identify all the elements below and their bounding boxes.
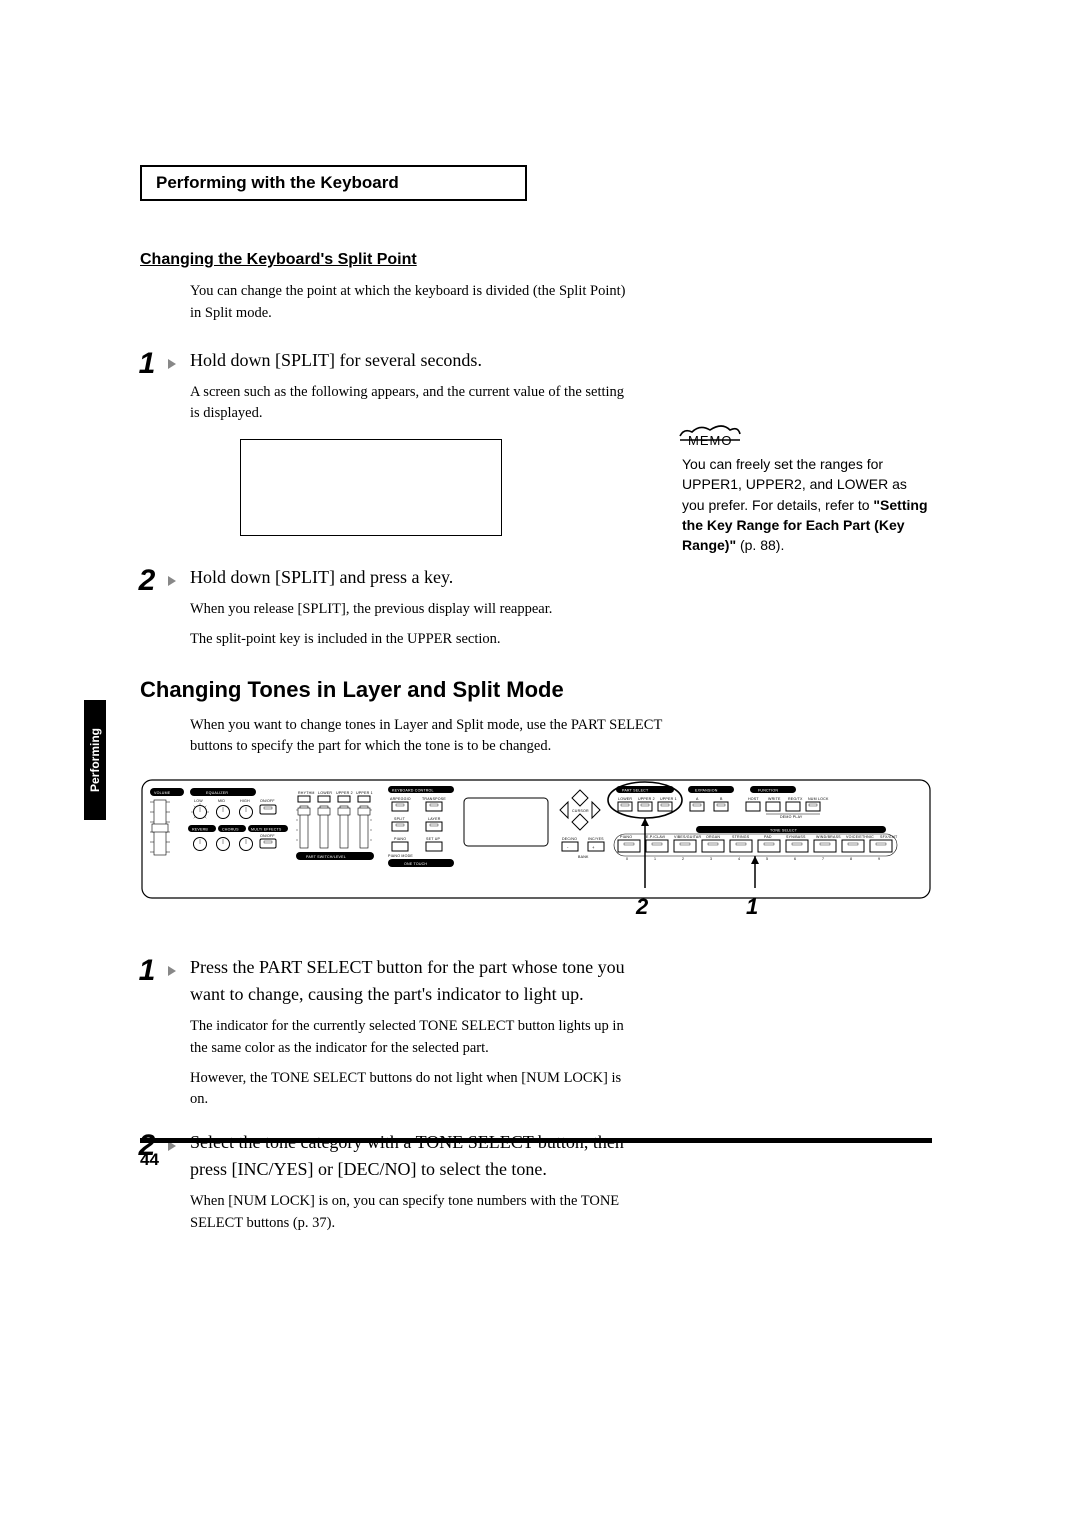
panel-label: REVERB	[192, 828, 208, 832]
memo-text: (p. 88).	[736, 537, 784, 553]
step-instruction: Hold down [SPLIT] and press a key.	[190, 564, 630, 591]
page-number: 44	[140, 1150, 159, 1170]
panel-label: BANK	[578, 855, 589, 859]
panel-label: LAYER	[428, 817, 441, 821]
panel-label: UPPER 2	[638, 797, 655, 801]
step-number: 1	[132, 347, 162, 381]
panel-label: FUNCTION	[758, 789, 778, 793]
memo-label-text: MEMO	[688, 432, 732, 451]
memo-icon: MEMO	[682, 426, 738, 446]
panel-label: 3	[710, 857, 712, 861]
panel-label: SPLIT	[394, 817, 406, 821]
memo-sidebar: MEMO You can freely set the ranges for U…	[682, 426, 932, 555]
panel-label: 9	[878, 857, 880, 861]
panel-label: LOW	[194, 799, 203, 803]
step-note: When [NUM LOCK] is on, you can specify t…	[190, 1191, 630, 1235]
step-note: A screen such as the following appears, …	[190, 382, 630, 426]
panel-label: PIANO	[620, 835, 632, 839]
panel-label: WRITE	[768, 797, 781, 801]
panel-label: NUM LOCK	[808, 797, 829, 801]
panel-label: REG/TX	[788, 797, 803, 801]
step-note: The split-point key is included in the U…	[190, 629, 630, 651]
intro-text: You can change the point at which the ke…	[190, 281, 630, 325]
figure-callout: 2	[636, 894, 648, 920]
panel-label: VIBES/GUITAR	[674, 835, 701, 839]
panel-label: 2	[682, 857, 684, 861]
panel-label: CHORUS	[222, 828, 239, 832]
panel-label: UPPER 1	[660, 797, 677, 801]
panel-label: SYN/BASS	[786, 835, 806, 839]
panel-label: ON/OFF	[260, 834, 275, 838]
panel-label: 8	[850, 857, 852, 861]
chapter-tab-label: Performing	[88, 728, 102, 792]
keyboard-panel-diagram: VOLUME EQUALIZER LOW MID HIGH	[140, 778, 932, 918]
panel-label: PAD	[764, 835, 772, 839]
memo-body: You can freely set the ranges for UPPER1…	[682, 454, 932, 555]
step-number: 1	[132, 954, 162, 988]
panel-label: INC/YES	[588, 837, 604, 841]
step-number: 2	[132, 564, 162, 598]
panel-label: 1	[654, 857, 656, 861]
figure-callout: 1	[746, 894, 758, 920]
step-instruction: Hold down [SPLIT] for several seconds.	[190, 347, 630, 374]
panel-label: HOST	[748, 797, 759, 801]
panel-label: A	[696, 797, 699, 801]
section-title: Changing Tones in Layer and Split Mode	[140, 677, 960, 703]
panel-label: PART SWITCH/LEVEL	[306, 855, 346, 859]
panel-label: ARPEGGIO	[390, 797, 411, 801]
panel-label: 4	[738, 857, 740, 861]
panel-label: ON/OFF	[260, 799, 275, 803]
panel-label: 5	[766, 857, 768, 861]
panel-label: B	[720, 797, 723, 801]
panel-label: UPPER 1	[356, 791, 373, 795]
panel-label: PIANO	[394, 837, 406, 841]
panel-label: VOLUME	[154, 791, 171, 795]
panel-label: 6	[794, 857, 796, 861]
panel-label: ONE TOUCH	[404, 862, 427, 866]
panel-label: DEC/NO	[562, 837, 577, 841]
footer-rule	[140, 1138, 932, 1143]
panel-label: TONE SELECT	[770, 829, 798, 833]
panel-label: MID	[218, 799, 225, 803]
panel-label: 0	[626, 857, 628, 861]
panel-label: SET UP	[426, 837, 441, 841]
intro-text: When you want to change tones in Layer a…	[190, 715, 670, 759]
section-header: Performing with the Keyboard	[140, 165, 527, 201]
lcd-screen-placeholder	[240, 439, 502, 536]
panel-label: LOWER	[618, 797, 632, 801]
chapter-tab: Performing	[84, 700, 106, 820]
panel-label: KEYBOARD CONTROL	[392, 789, 434, 793]
panel-label: WIND/BRASS	[816, 835, 841, 839]
panel-label: ORGAN	[706, 835, 720, 839]
panel-label: MULTI EFFECTS	[251, 828, 282, 832]
panel-label: CURSOR	[572, 809, 589, 813]
step-note: When you release [SPLIT], the previous d…	[190, 599, 630, 621]
panel-label: HIGH	[240, 799, 250, 803]
panel-label: LOWER	[318, 791, 332, 795]
panel-label: PART SELECT	[622, 789, 649, 793]
panel-label: EXPANSION	[695, 789, 718, 793]
panel-label: DEMO PLAY	[780, 815, 803, 819]
panel-label: 7	[822, 857, 824, 861]
subhead-split-point: Changing the Keyboard's Split Point	[140, 251, 960, 269]
step-instruction: Press the PART SELECT button for the par…	[190, 954, 630, 1008]
panel-label: E.P./CLAVI	[646, 835, 665, 839]
panel-label: SFX/GMT	[880, 835, 898, 839]
step-note: However, the TONE SELECT buttons do not …	[190, 1068, 630, 1112]
panel-label: UPPER 2	[336, 791, 353, 795]
panel-label: STRINGS	[732, 835, 750, 839]
step-note: The indicator for the currently selected…	[190, 1016, 630, 1060]
panel-label: RHYTHM	[298, 791, 315, 795]
panel-label: TRANSPOSE	[422, 797, 446, 801]
panel-label: EQUALIZER	[206, 791, 228, 795]
panel-label: VOICE/ETHNIC	[846, 835, 874, 839]
panel-label: PIANO MODE	[388, 854, 413, 858]
